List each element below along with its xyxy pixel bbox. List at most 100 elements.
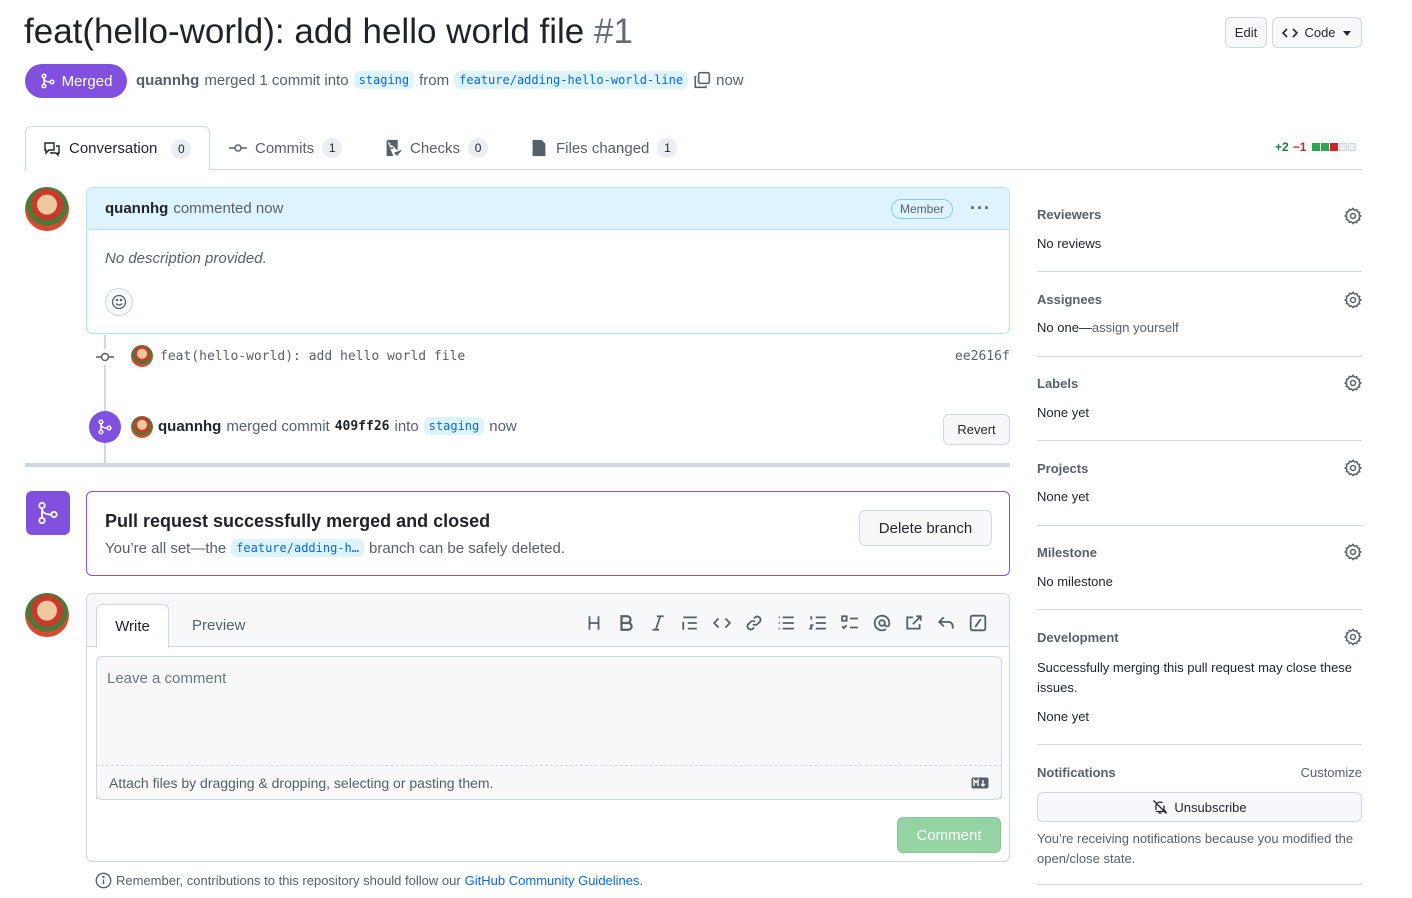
milestone-value: No milestone	[1037, 574, 1113, 589]
revert-button[interactable]: Revert	[943, 414, 1010, 445]
mention-icon[interactable]	[873, 614, 891, 632]
author-link[interactable]: quannhg	[136, 72, 199, 89]
timeline-end-divider	[25, 463, 1010, 467]
diff-added: +2	[1275, 140, 1289, 154]
notifications-heading: Notifications	[1037, 765, 1116, 780]
sidebar-divider	[1037, 884, 1362, 885]
milestone-heading[interactable]: Milestone	[1037, 545, 1097, 560]
edit-button[interactable]: Edit	[1225, 17, 1267, 48]
gear-icon[interactable]	[1344, 291, 1362, 309]
merge-event-badge	[89, 411, 121, 443]
tab-commits[interactable]: Commits 1	[229, 126, 343, 170]
merge-base-branch[interactable]: staging	[423, 417, 485, 435]
avatar[interactable]	[131, 416, 153, 438]
projects-value: None yet	[1037, 489, 1090, 504]
comment-submit-button[interactable]: Comment	[897, 817, 1001, 853]
tab-preview[interactable]: Preview	[192, 617, 245, 634]
code-icon[interactable]	[713, 614, 731, 632]
base-branch[interactable]: staging	[353, 71, 415, 89]
comment-editor: Write Preview Leave a comment Attach fil…	[86, 593, 1010, 862]
commit-icon	[229, 144, 247, 152]
comment-placeholder: Leave a comment	[107, 670, 227, 687]
assignees-value: No one—assign yourself	[1037, 320, 1179, 335]
reviewers-value: No reviews	[1037, 236, 1102, 251]
development-heading[interactable]: Development	[1037, 630, 1119, 645]
diffstat-bar	[1312, 143, 1357, 151]
community-notice: Remember, contributions to this reposito…	[95, 872, 643, 889]
diff-removed: −1	[1292, 140, 1307, 154]
unordered-list-icon[interactable]	[777, 614, 795, 632]
reviewers-heading[interactable]: Reviewers	[1037, 207, 1101, 222]
assignees-heading[interactable]: Assignees	[1037, 292, 1102, 307]
assign-yourself-link[interactable]: assign yourself	[1092, 320, 1179, 335]
gear-icon[interactable]	[1344, 628, 1362, 646]
italic-icon[interactable]	[649, 614, 667, 632]
merged-box: Pull request successfully merged and clo…	[86, 491, 1010, 576]
comment-box: quannhg commented now Member ··· No desc…	[86, 187, 1010, 334]
quote-icon[interactable]	[681, 614, 699, 632]
reply-icon[interactable]	[937, 614, 955, 632]
merge-icon	[41, 73, 55, 89]
pr-number: #1	[594, 12, 633, 51]
page-title: feat(hello-world): add hello world file …	[24, 12, 633, 52]
merge-commit-sha[interactable]: 409ff26	[335, 419, 390, 434]
merge-author[interactable]: quannhg	[158, 418, 221, 435]
merge-event-text: quannhg merged commit 409ff26 into stagi…	[158, 417, 517, 435]
head-branch[interactable]: feature/adding-hello-world-line	[454, 71, 689, 89]
member-badge: Member	[891, 198, 954, 219]
avatar[interactable]	[131, 345, 153, 367]
tab-write[interactable]: Write	[96, 604, 169, 648]
sidebar-divider	[1037, 744, 1362, 745]
add-reaction-button[interactable]	[105, 288, 133, 316]
gear-icon[interactable]	[1344, 459, 1362, 477]
gear-icon[interactable]	[1344, 543, 1362, 561]
customize-link[interactable]: Customize	[1301, 765, 1362, 780]
ordered-list-icon[interactable]	[809, 614, 827, 632]
diffstat: +2 −1	[1275, 140, 1357, 154]
kebab-icon[interactable]: ···	[970, 198, 991, 219]
commit-message[interactable]: feat(hello-world): add hello world file	[160, 349, 465, 364]
merged-title: Pull request successfully merged and clo…	[105, 511, 491, 531]
unsubscribe-button[interactable]: Unsubscribe	[1037, 792, 1362, 822]
checklist-icon	[386, 139, 402, 157]
gear-icon[interactable]	[1344, 207, 1362, 225]
community-guidelines-link[interactable]: GitHub Community Guidelines	[465, 873, 640, 888]
sidebar-divider	[1037, 271, 1362, 272]
merged-branch[interactable]: feature/adding-h…	[231, 539, 365, 557]
tab-checks[interactable]: Checks 0	[384, 126, 489, 170]
pr-title: feat(hello-world): add hello world file	[24, 12, 585, 51]
avatar[interactable]	[25, 593, 69, 637]
comment-author[interactable]: quannhg	[105, 200, 168, 217]
commit-sha[interactable]: ee2616f	[955, 349, 1010, 364]
file-diff-icon	[532, 139, 546, 157]
slash-command-icon[interactable]	[969, 614, 987, 632]
merge-icon	[98, 419, 112, 435]
comments-icon	[44, 141, 60, 157]
bold-icon[interactable]	[617, 614, 635, 632]
attach-bar[interactable]: Attach files by dragging & dropping, sel…	[96, 765, 1002, 800]
tab-conversation[interactable]: Conversation 0	[25, 126, 210, 170]
delete-branch-button[interactable]: Delete branch	[859, 510, 992, 546]
caret-down-icon	[1342, 30, 1351, 36]
info-icon	[95, 872, 112, 889]
code-button[interactable]: Code	[1272, 17, 1362, 48]
projects-heading[interactable]: Projects	[1037, 461, 1088, 476]
sidebar-divider	[1037, 440, 1362, 441]
cross-reference-icon[interactable]	[905, 614, 923, 632]
link-icon[interactable]	[745, 614, 763, 632]
heading-icon[interactable]	[585, 614, 603, 632]
copy-icon[interactable]	[693, 71, 711, 89]
state-badge: Merged	[25, 64, 127, 98]
labels-value: None yet	[1037, 405, 1090, 420]
bell-slash-icon	[1153, 800, 1168, 814]
markdown-icon	[971, 777, 989, 788]
labels-heading[interactable]: Labels	[1037, 376, 1078, 391]
avatar[interactable]	[25, 187, 69, 231]
sidebar-divider	[1037, 609, 1362, 610]
gear-icon[interactable]	[1344, 374, 1362, 392]
sidebar-divider	[1037, 356, 1362, 357]
task-list-icon[interactable]	[841, 614, 859, 632]
development-text: Successfully merging this pull request m…	[1037, 660, 1353, 695]
tab-files-changed[interactable]: Files changed 1	[530, 126, 678, 170]
merged-text: You’re all set—the feature/adding-h… bra…	[105, 539, 565, 557]
